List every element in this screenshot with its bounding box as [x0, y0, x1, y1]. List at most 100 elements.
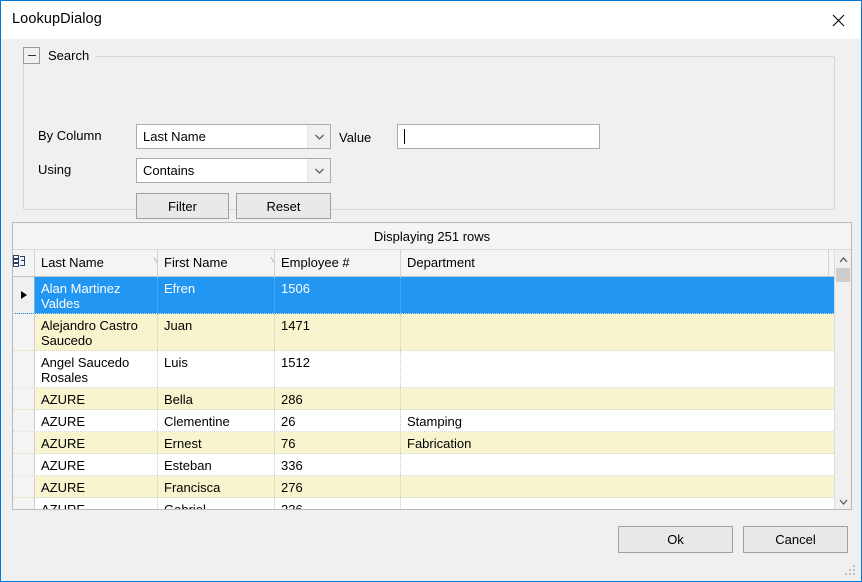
table-row[interactable]: AZURE Clementine 26 Stamping [13, 410, 851, 432]
cell-first-name[interactable]: Ernest [158, 432, 275, 453]
cell-last-name[interactable]: AZURE [35, 454, 158, 475]
sort-indicator-icon: ⁄ [155, 256, 157, 268]
table-row[interactable]: Alejandro Castro Saucedo Juan 1471 [13, 314, 851, 351]
cell-employee-number[interactable]: 1471 [275, 314, 401, 350]
current-row-arrow-icon [20, 291, 27, 299]
cell-first-name[interactable]: Luis [158, 351, 275, 387]
chevron-down-icon [307, 159, 330, 182]
grid-status-bar: Displaying 251 rows [13, 223, 851, 250]
chevron-down-icon [839, 493, 848, 508]
cell-last-name[interactable]: Alan Martinez Valdes [35, 277, 158, 313]
row-header[interactable] [13, 314, 35, 350]
column-header-employee-number[interactable]: Employee # [275, 250, 401, 276]
scroll-down-button[interactable] [835, 492, 851, 509]
cell-employee-number[interactable]: 286 [275, 388, 401, 409]
column-header-label: Department [407, 255, 475, 270]
column-header-first-name[interactable]: First Name ⁄ [158, 250, 275, 276]
cell-department[interactable] [401, 351, 829, 387]
reset-button[interactable]: Reset [236, 193, 331, 219]
cell-first-name[interactable]: Bella [158, 388, 275, 409]
cell-employee-number[interactable]: 236 [275, 498, 401, 509]
row-header[interactable] [13, 410, 35, 431]
cell-department[interactable] [401, 388, 829, 409]
cell-last-name[interactable]: Angel Saucedo Rosales [35, 351, 158, 387]
text-caret [404, 129, 405, 144]
table-row[interactable]: AZURE Esteban 336 [13, 454, 851, 476]
cell-last-name[interactable]: AZURE [35, 432, 158, 453]
grid-body: Alan Martinez Valdes Efren 1506 Alejandro C… [13, 277, 851, 509]
chevron-down-icon [307, 125, 330, 148]
row-header[interactable] [13, 351, 35, 387]
by-column-value: Last Name [143, 129, 206, 144]
results-grid-panel: Displaying 251 rows Last Name ⁄ First Na… [12, 222, 852, 510]
cell-employee-number[interactable]: 76 [275, 432, 401, 453]
cell-department[interactable]: Fabrication [401, 432, 829, 453]
cell-last-name[interactable]: Alejandro Castro Saucedo [35, 314, 158, 350]
cell-first-name[interactable]: Esteban [158, 454, 275, 475]
search-value-input[interactable] [397, 124, 600, 149]
cell-department[interactable] [401, 314, 829, 350]
cell-employee-number[interactable]: 1512 [275, 351, 401, 387]
row-header[interactable] [13, 388, 35, 409]
table-row[interactable]: AZURE Ernest 76 Fabrication [13, 432, 851, 454]
row-header[interactable] [13, 432, 35, 453]
cell-first-name[interactable]: Francisca [158, 476, 275, 497]
close-button[interactable] [815, 1, 861, 39]
cell-first-name[interactable]: Clementine [158, 410, 275, 431]
search-group-header: Search [23, 45, 96, 65]
column-header-department[interactable]: Department [401, 250, 829, 276]
table-row[interactable]: AZURE Bella 286 [13, 388, 851, 410]
ok-button[interactable]: Ok [618, 526, 733, 553]
collapse-search-button[interactable] [23, 46, 40, 64]
search-group-label: Search [48, 47, 90, 63]
chevron-up-icon [839, 251, 848, 266]
scroll-thumb[interactable] [836, 268, 850, 282]
table-row[interactable]: Angel Saucedo Rosales Luis 1512 [13, 351, 851, 388]
grid-header-row: Last Name ⁄ First Name ⁄ Employee # Depa… [13, 250, 851, 277]
cell-department[interactable] [401, 498, 829, 509]
cell-last-name[interactable]: AZURE [35, 410, 158, 431]
row-header[interactable] [13, 476, 35, 497]
by-column-label: By Column [38, 128, 102, 143]
select-all-icon[interactable] [13, 250, 35, 276]
row-header[interactable] [13, 277, 35, 313]
row-header[interactable] [13, 454, 35, 475]
cell-department[interactable]: Stamping [401, 410, 829, 431]
filter-button[interactable]: Filter [136, 193, 229, 219]
cell-first-name[interactable]: Gabriel [158, 498, 275, 509]
cancel-button[interactable]: Cancel [743, 526, 848, 553]
column-header-label: First Name [164, 255, 228, 270]
column-header-last-name[interactable]: Last Name ⁄ [35, 250, 158, 276]
cell-department[interactable] [401, 454, 829, 475]
row-count-text: Displaying 251 rows [373, 228, 491, 244]
cell-department[interactable] [401, 277, 829, 313]
minus-icon [27, 54, 36, 56]
cell-employee-number[interactable]: 1506 [275, 277, 401, 313]
row-header[interactable] [13, 498, 35, 509]
table-row[interactable]: Alan Martinez Valdes Efren 1506 [13, 277, 851, 314]
data-grid[interactable]: Last Name ⁄ First Name ⁄ Employee # Depa… [13, 250, 851, 509]
cell-first-name[interactable]: Efren [158, 277, 275, 313]
using-label: Using [38, 162, 72, 177]
using-value: Contains [143, 163, 195, 178]
scroll-up-button[interactable] [835, 250, 851, 267]
using-select[interactable]: Contains [136, 158, 331, 183]
grid-vertical-scrollbar[interactable] [834, 250, 851, 509]
cell-last-name[interactable]: AZURE [35, 498, 158, 509]
by-column-select[interactable]: Last Name [136, 124, 331, 149]
cell-last-name[interactable]: AZURE [35, 476, 158, 497]
dialog-client-area: Search By Column Last Name Value Using C… [1, 39, 861, 581]
cell-employee-number[interactable]: 276 [275, 476, 401, 497]
table-row[interactable]: AZUREGabriel236 [13, 498, 851, 509]
resize-grip-icon[interactable] [844, 564, 857, 577]
cell-first-name[interactable]: Juan [158, 314, 275, 350]
cell-last-name[interactable]: AZURE [35, 388, 158, 409]
title-bar[interactable]: LookupDialog [1, 1, 861, 40]
window-title: LookupDialog [12, 11, 102, 27]
cell-employee-number[interactable]: 336 [275, 454, 401, 475]
cell-department[interactable] [401, 476, 829, 497]
table-row[interactable]: AZURE Francisca 276 [13, 476, 851, 498]
cell-employee-number[interactable]: 26 [275, 410, 401, 431]
sort-indicator-icon: ⁄ [272, 256, 274, 268]
column-header-label: Last Name [41, 255, 104, 270]
